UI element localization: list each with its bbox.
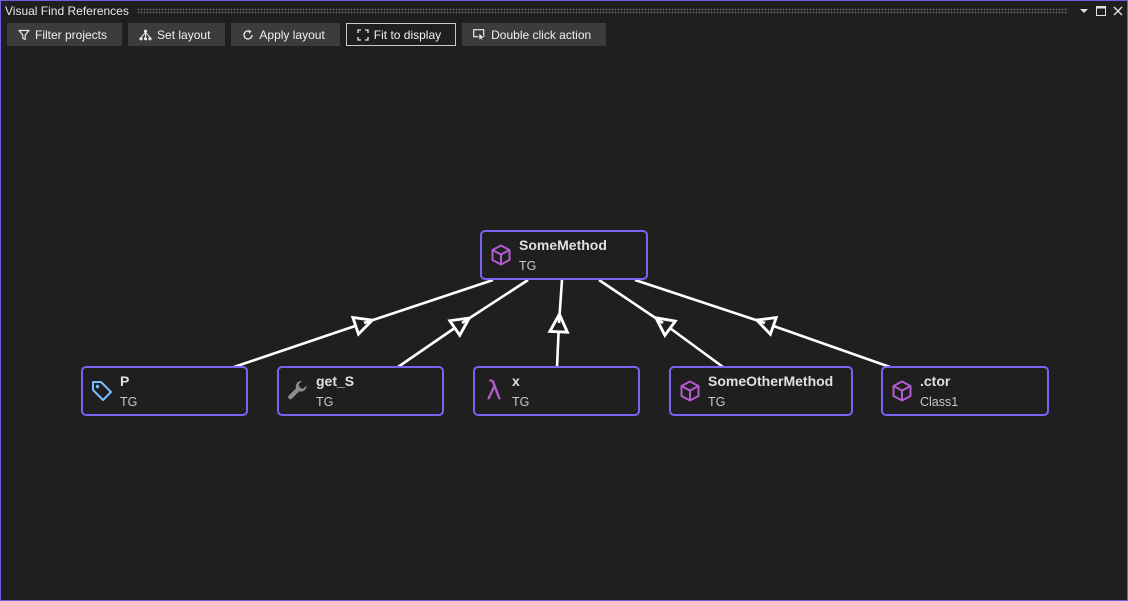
reference-graph-canvas[interactable] bbox=[1, 1, 1127, 600]
graph-node-ctor[interactable]: .ctor Class1 bbox=[881, 366, 1049, 416]
lambda-glyph: λ bbox=[486, 376, 502, 406]
node-title: SomeMethod bbox=[519, 237, 607, 253]
visual-find-references-window: Visual Find References Filter projects S… bbox=[0, 0, 1128, 601]
property-tag-icon bbox=[89, 378, 115, 404]
node-subtitle: TG bbox=[316, 395, 334, 409]
graph-node-some-other-method[interactable]: SomeOtherMethod TG bbox=[669, 366, 853, 416]
graph-node-root[interactable]: SomeMethod TG bbox=[480, 230, 648, 280]
node-subtitle: TG bbox=[512, 395, 530, 409]
node-subtitle: TG bbox=[708, 395, 726, 409]
node-title: x bbox=[512, 373, 520, 389]
node-subtitle: Class1 bbox=[920, 395, 959, 409]
edge-p bbox=[233, 278, 494, 369]
lambda-icon: λ bbox=[481, 378, 507, 404]
edge-ctor bbox=[634, 278, 891, 369]
method-icon bbox=[889, 378, 915, 404]
method-icon bbox=[488, 242, 514, 268]
edge-some-other-method bbox=[598, 278, 724, 369]
edge-get-s bbox=[397, 278, 529, 369]
node-subtitle: TG bbox=[519, 259, 537, 273]
method-icon bbox=[677, 378, 703, 404]
graph-node-x[interactable]: λ x TG bbox=[473, 366, 640, 416]
edge-x bbox=[557, 279, 562, 368]
wrench-icon bbox=[285, 378, 311, 404]
node-subtitle: TG bbox=[120, 395, 138, 409]
node-title: .ctor bbox=[920, 373, 951, 389]
node-title: P bbox=[120, 373, 130, 389]
graph-node-get-s[interactable]: get_S TG bbox=[277, 366, 444, 416]
node-title: SomeOtherMethod bbox=[708, 373, 834, 389]
node-title: get_S bbox=[316, 373, 355, 389]
graph-node-p[interactable]: P TG bbox=[81, 366, 248, 416]
